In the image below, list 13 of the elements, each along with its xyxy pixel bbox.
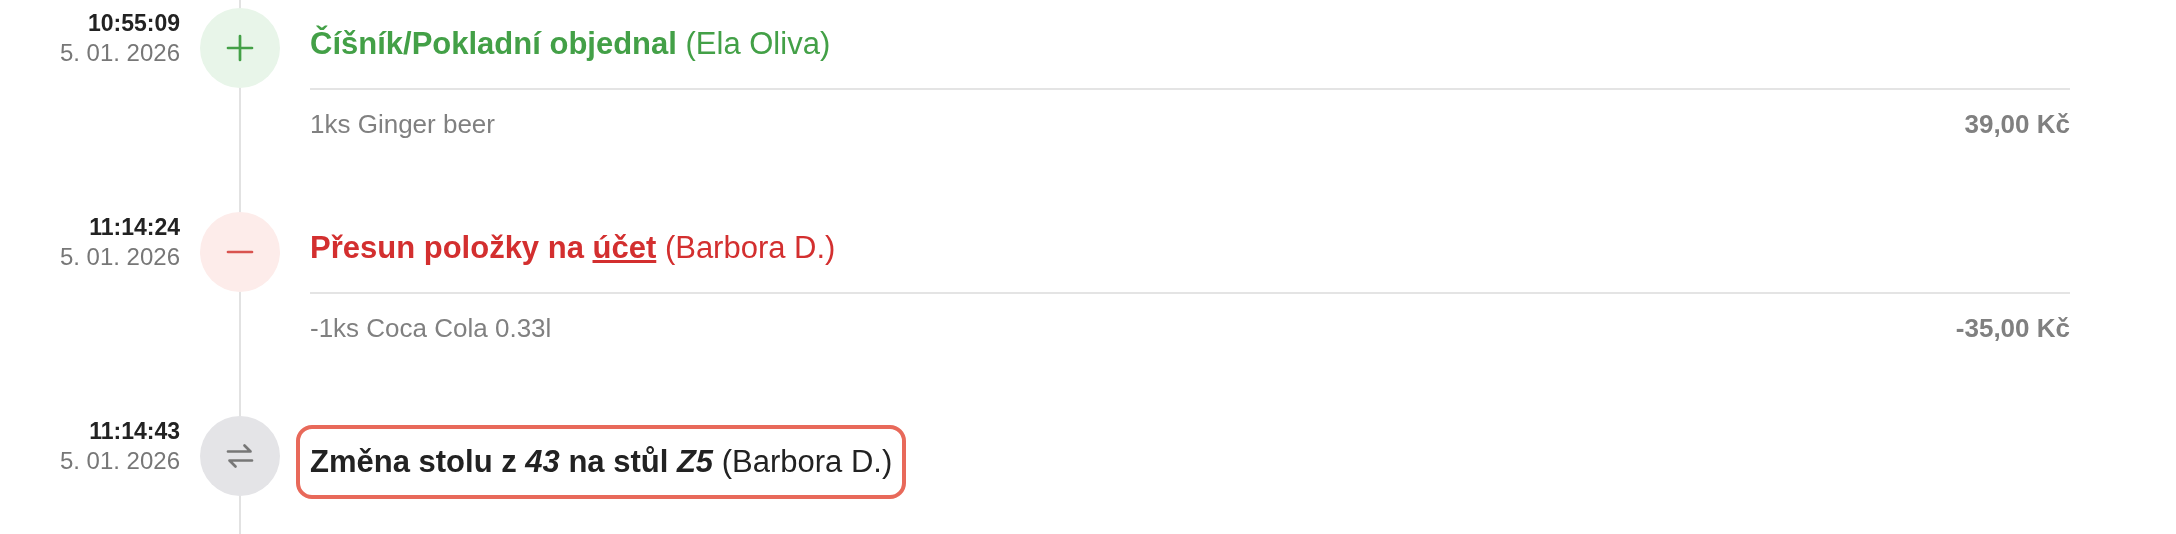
- event-title: Změna stolu z 43 na stůl Z5 (Barbora D.): [296, 424, 907, 500]
- event-time: 11:14:43: [89, 417, 180, 446]
- item-price: -35,00 Kč: [1955, 311, 2070, 345]
- event-time: 10:55:09: [87, 9, 180, 38]
- event-time: 11:14:24: [89, 213, 180, 242]
- item-price: 39,00 Kč: [1964, 107, 2070, 141]
- event-date: 5. 01. 2026: [59, 38, 180, 68]
- event-title: Číšník/Pokladní objednal (Ela Oliva): [309, 24, 832, 63]
- item-name: 1ks Ginger beer: [310, 107, 495, 141]
- item-name: -1ks Coca Cola 0.33l: [310, 311, 552, 345]
- event-date: 5. 01. 2026: [59, 242, 180, 272]
- event-title: Přesun položky na účet (Barbora D.): [309, 228, 837, 267]
- event-date: 5. 01. 2026: [59, 446, 180, 476]
